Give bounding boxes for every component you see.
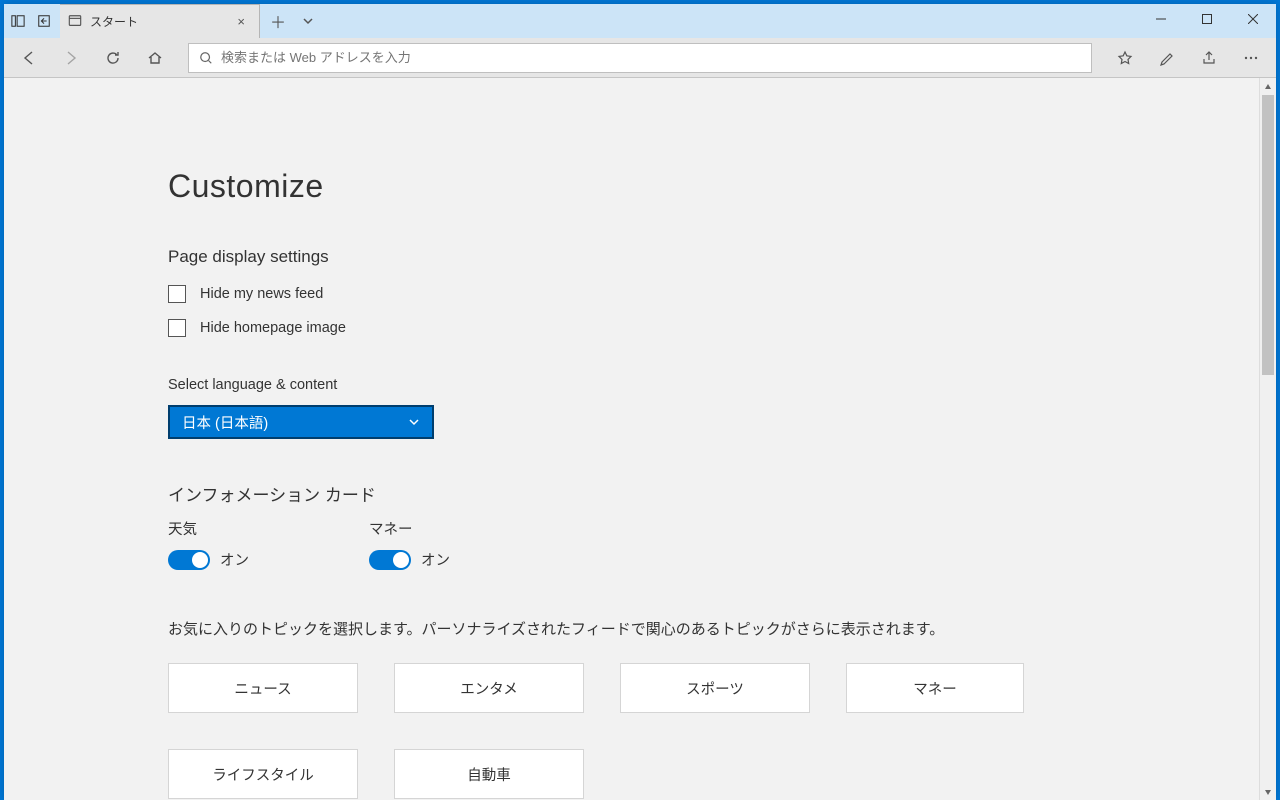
scrollbar[interactable] <box>1259 78 1276 800</box>
checkbox-icon[interactable] <box>168 285 186 303</box>
dropdown-value: 日本 (日本語) <box>182 412 268 433</box>
topic-label: ニュース <box>234 678 291 699</box>
close-window-button[interactable] <box>1230 4 1276 34</box>
checkbox-label: Hide my news feed <box>200 286 323 302</box>
topics-description: お気に入りのトピックを選択します。パーソナライズされたフィードで関心のあるトピッ… <box>168 618 1114 639</box>
topic-lifestyle[interactable]: ライフスタイル <box>168 749 358 799</box>
topic-label: エンタメ <box>460 678 518 699</box>
toggle-wrap: オン <box>369 549 450 570</box>
language-label: Select language & content <box>168 377 1114 393</box>
page-icon <box>68 14 84 30</box>
new-tab-button[interactable]: ＋ <box>260 4 296 38</box>
toggle-title: マネー <box>369 518 450 539</box>
toggle-weather: 天気 オン <box>168 518 249 570</box>
checkbox-hide-homepage-image[interactable]: Hide homepage image <box>168 319 1114 337</box>
close-tab-icon[interactable]: × <box>231 14 251 29</box>
set-aside-icon[interactable] <box>36 13 52 29</box>
toolbar <box>4 38 1276 78</box>
back-button[interactable] <box>12 42 46 74</box>
browser-tab[interactable]: スタート × <box>60 4 260 38</box>
maximize-button[interactable] <box>1184 4 1230 34</box>
scroll-down-icon[interactable] <box>1260 783 1276 800</box>
titlebar: スタート × ＋ <box>4 4 1276 38</box>
home-button[interactable] <box>138 42 172 74</box>
toggle-title: 天気 <box>168 518 249 539</box>
forward-button[interactable] <box>54 42 88 74</box>
toggle-wrap: オン <box>168 549 249 570</box>
topic-entertainment[interactable]: エンタメ <box>394 663 584 713</box>
titlebar-left <box>4 4 52 38</box>
info-cards-heading: インフォメーション カード <box>168 481 1114 506</box>
topic-label: ライフスタイル <box>212 764 314 785</box>
topic-sports[interactable]: スポーツ <box>620 663 810 713</box>
window-controls <box>1138 4 1276 34</box>
toggle-knob <box>393 552 409 568</box>
content-area: Customize Page display settings Hide my … <box>4 78 1276 800</box>
checkbox-icon[interactable] <box>168 319 186 337</box>
toggle-switch[interactable] <box>168 550 210 570</box>
page-title: Customize <box>168 168 1114 205</box>
topic-label: スポーツ <box>686 678 744 699</box>
toggle-row: 天気 オン マネー オン <box>168 518 1114 570</box>
checkbox-hide-news[interactable]: Hide my news feed <box>168 285 1114 303</box>
checkbox-label: Hide homepage image <box>200 320 346 336</box>
search-icon <box>199 51 213 65</box>
refresh-button[interactable] <box>96 42 130 74</box>
address-bar[interactable] <box>188 43 1092 73</box>
toggle-state: オン <box>220 549 249 570</box>
share-button[interactable] <box>1192 42 1226 74</box>
topic-auto[interactable]: 自動車 <box>394 749 584 799</box>
favorite-button[interactable] <box>1108 42 1142 74</box>
minimize-button[interactable] <box>1138 4 1184 34</box>
address-input[interactable] <box>221 50 1081 65</box>
scroll-thumb[interactable] <box>1262 95 1274 375</box>
topic-news[interactable]: ニュース <box>168 663 358 713</box>
language-dropdown[interactable]: 日本 (日本語) <box>168 405 434 439</box>
notes-button[interactable] <box>1150 42 1184 74</box>
display-settings-heading: Page display settings <box>168 247 1114 267</box>
topic-label: マネー <box>913 678 957 699</box>
toggle-knob <box>192 552 208 568</box>
topic-grid: ニュース エンタメ スポーツ マネー ライフスタイル 自動車 <box>168 663 1114 799</box>
tab-menu-icon[interactable] <box>296 4 320 38</box>
page: Customize Page display settings Hide my … <box>4 78 1114 800</box>
toggle-switch[interactable] <box>369 550 411 570</box>
chevron-down-icon <box>408 416 420 428</box>
tabs-aside-icon[interactable] <box>10 13 26 29</box>
topic-label: 自動車 <box>467 764 511 785</box>
toggle-state: オン <box>421 549 450 570</box>
more-button[interactable] <box>1234 42 1268 74</box>
toggle-money: マネー オン <box>369 518 450 570</box>
scroll-up-icon[interactable] <box>1260 78 1276 95</box>
tab-title: スタート <box>90 13 231 30</box>
browser-window: スタート × ＋ <box>4 4 1276 800</box>
topic-money[interactable]: マネー <box>846 663 1024 713</box>
